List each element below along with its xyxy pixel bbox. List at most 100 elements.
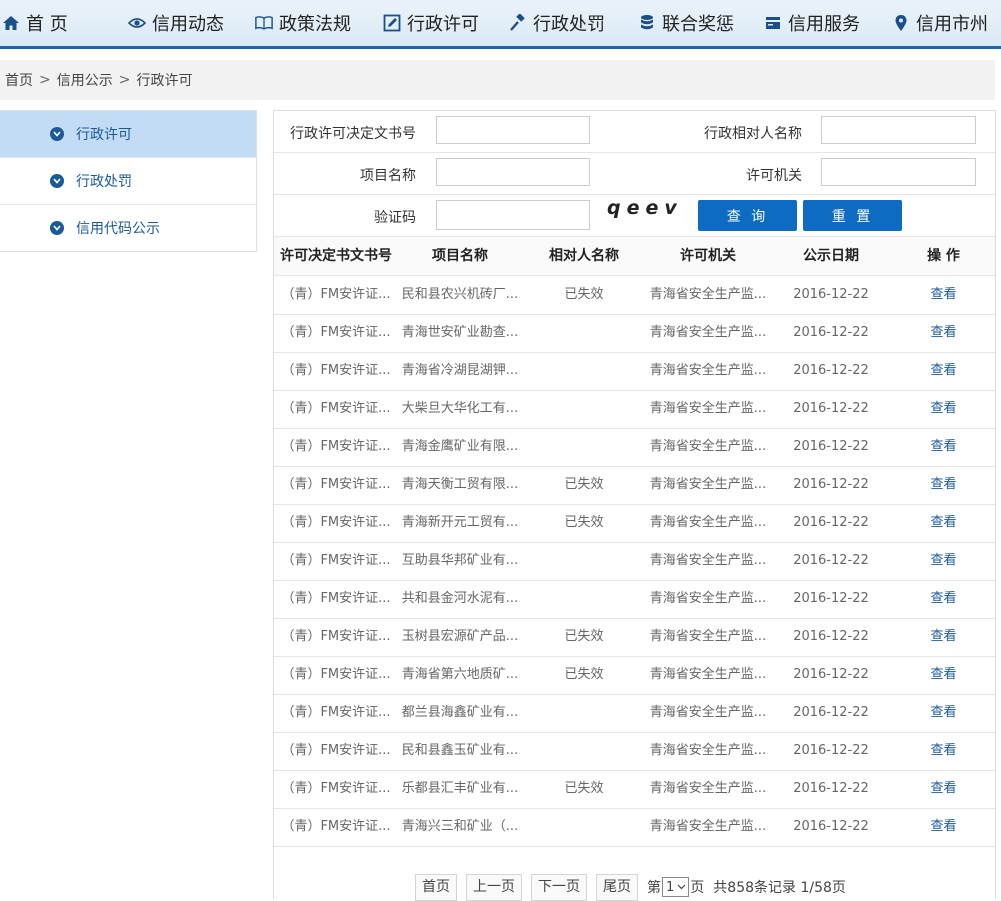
nav-item-policy[interactable]: 政策法规	[255, 0, 351, 46]
sidebar: 行政许可 行政处罚 信用代码公示	[0, 110, 257, 252]
view-link[interactable]: 查看	[892, 276, 995, 314]
view-link[interactable]: 查看	[892, 580, 995, 618]
cell-authority: 青海省安全生产监...	[649, 781, 767, 796]
sidebar-item-credit-code[interactable]: 信用代码公示	[0, 205, 256, 251]
cell-project-name: 民和县鑫玉矿业有...	[401, 743, 519, 758]
party-name-label: 行政相对人名称	[704, 126, 802, 142]
view-link[interactable]: 查看	[892, 732, 995, 770]
nav-item-admin-license[interactable]: 行政许可	[383, 0, 479, 46]
cell-doc-number: （青）FM安许证...	[281, 287, 391, 302]
captcha-input[interactable]	[436, 200, 590, 230]
next-page-button[interactable]: 下一页	[531, 873, 587, 901]
view-link[interactable]: 查看	[892, 808, 995, 846]
search-row: 验证码 qeev 查 询 重 置	[274, 195, 995, 237]
table-header: 许可决定书文书号 项目名称 相对人名称 许可机关 公示日期 操 作	[274, 237, 995, 276]
breadcrumb-separator: >	[118, 72, 131, 88]
cell-project-name: 青海兴三和矿业（...	[401, 819, 519, 834]
cell-doc-number: （青）FM安许证...	[281, 781, 391, 796]
page-jump: 第 1 页	[647, 877, 704, 897]
view-link[interactable]: 查看	[892, 542, 995, 580]
cell-doc-number: （青）FM安许证...	[281, 553, 391, 568]
cell-project-name: 互助县华邦矿业有...	[401, 553, 519, 568]
doc-no-label: 行政许可决定文书号	[290, 126, 416, 142]
nav-underline	[0, 46, 1001, 49]
captcha-image[interactable]: qeev	[607, 197, 683, 219]
cell-party-name: 已失效	[564, 287, 604, 302]
view-link[interactable]: 查看	[892, 466, 995, 504]
view-link[interactable]: 查看	[892, 428, 995, 466]
cell-doc-number: （青）FM安许证...	[281, 629, 391, 644]
view-link[interactable]: 查看	[892, 314, 995, 352]
cell-date: 2016-12-22	[793, 705, 869, 720]
chevron-down-circle-icon	[50, 174, 64, 188]
nav-item-joint-reward[interactable]: 联合奖惩	[638, 0, 734, 46]
view-link[interactable]: 查看	[892, 618, 995, 656]
authority-input[interactable]	[821, 158, 976, 186]
cell-authority: 青海省安全生产监...	[649, 325, 767, 340]
column-header: 操 作	[927, 248, 960, 264]
view-link[interactable]: 查看	[892, 504, 995, 542]
chevron-down-circle-icon	[50, 127, 64, 141]
first-page-button[interactable]: 首页	[415, 873, 457, 901]
captcha-label: 验证码	[374, 210, 416, 226]
cell-project-name: 民和县农兴机砖厂...	[401, 287, 519, 302]
cell-party-name: 已失效	[564, 515, 604, 530]
edit-icon	[383, 14, 401, 32]
view-link[interactable]: 查看	[892, 770, 995, 808]
sidebar-item-admin-license[interactable]: 行政许可	[0, 111, 256, 158]
cell-authority: 青海省安全生产监...	[649, 819, 767, 834]
record-summary: 共858条记录 1/58页	[713, 880, 846, 896]
nav-item-credit-service[interactable]: 信用服务	[764, 0, 860, 46]
breadcrumb-section[interactable]: 信用公示	[57, 70, 113, 90]
cell-date: 2016-12-22	[793, 477, 869, 492]
page-select[interactable]: 1	[662, 877, 690, 897]
prev-page-button[interactable]: 上一页	[466, 873, 522, 901]
gavel-icon	[509, 14, 527, 32]
cell-date: 2016-12-22	[793, 439, 869, 454]
cell-authority: 青海省安全生产监...	[649, 629, 767, 644]
cell-project-name: 玉树县宏源矿产品...	[401, 629, 519, 644]
breadcrumb-home[interactable]: 首页	[5, 70, 33, 90]
cell-date: 2016-12-22	[793, 287, 869, 302]
last-page-button[interactable]: 尾页	[596, 873, 638, 901]
chevron-down-circle-icon	[50, 221, 64, 235]
nav-item-admin-penalty[interactable]: 行政处罚	[509, 0, 605, 46]
doc-no-input[interactable]	[436, 116, 590, 144]
table-row: （青）FM安许证... 大柴旦大华化工有... 青海省安全生产监... 2016-12…	[274, 390, 995, 429]
view-link[interactable]: 查看	[892, 694, 995, 732]
nav-label: 首 页	[26, 14, 68, 35]
page-prefix: 第	[647, 880, 661, 896]
nav-label: 信用动态	[152, 14, 224, 35]
cell-project-name: 青海新开元工贸有...	[401, 515, 519, 530]
cell-party-name	[522, 732, 646, 770]
cell-doc-number: （青）FM安许证...	[281, 363, 391, 378]
view-link[interactable]: 查看	[892, 390, 995, 428]
top-nav: 首 页 信用动态 政策法规 行政许可 行政处罚 联合奖惩 信用服务 信用市州	[0, 0, 1001, 46]
view-link[interactable]: 查看	[892, 352, 995, 390]
cell-project-name: 大柴旦大华化工有...	[401, 401, 519, 416]
view-link[interactable]: 查看	[892, 656, 995, 694]
query-button[interactable]: 查 询	[698, 200, 797, 231]
cell-party-name: 已失效	[564, 477, 604, 492]
map-marker-icon	[892, 14, 910, 32]
project-name-input[interactable]	[436, 158, 590, 186]
sidebar-item-admin-penalty[interactable]: 行政处罚	[0, 158, 256, 205]
pagination: 首页 上一页 下一页 尾页 第 1 页 共858条记录 1/58页	[415, 873, 846, 901]
cell-doc-number: （青）FM安许证...	[281, 667, 391, 682]
party-name-input[interactable]	[821, 116, 976, 144]
page-select-value: 1	[666, 879, 675, 895]
cell-date: 2016-12-22	[793, 667, 869, 682]
nav-label: 行政许可	[407, 14, 479, 35]
chevron-down-icon	[677, 884, 686, 890]
column-header: 相对人名称	[549, 248, 619, 264]
main-panel: 行政许可决定文书号 行政相对人名称 项目名称 许可机关 验证码 qeev 查 询…	[273, 110, 996, 901]
cell-project-name: 乐都县汇丰矿业有...	[401, 781, 519, 796]
cell-date: 2016-12-22	[793, 363, 869, 378]
nav-item-credit-news[interactable]: 信用动态	[128, 0, 224, 46]
table-row: （青）FM安许证... 青海新开元工贸有... 已失效 青海省安全生产监... 2016…	[274, 504, 995, 543]
cell-project-name: 共和县金河水泥有...	[401, 591, 519, 606]
cell-project-name: 都兰县海鑫矿业有...	[401, 705, 519, 720]
nav-item-credit-city[interactable]: 信用市州	[892, 0, 988, 46]
nav-item-home[interactable]: 首 页	[2, 0, 68, 46]
reset-button[interactable]: 重 置	[803, 200, 902, 231]
